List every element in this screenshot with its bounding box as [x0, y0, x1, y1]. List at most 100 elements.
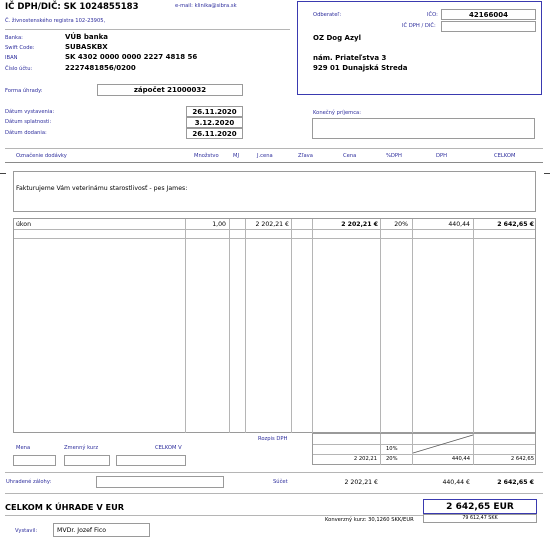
- vat-rate-20: 20%: [386, 456, 398, 462]
- sum-vat: 440,44 €: [442, 479, 470, 486]
- col-line: [473, 219, 474, 433]
- payment-form-value: zápočet 21000032: [133, 86, 207, 94]
- customer-name: OZ Dog Azyl: [313, 34, 361, 42]
- col-line: [245, 219, 246, 433]
- divider: [5, 493, 543, 494]
- conversion-box: 79 612,47 SKK: [423, 514, 537, 523]
- exchange-rate-label: Zmenný kurz: [64, 445, 99, 451]
- payment-form-label: Forma úhrady:: [5, 88, 43, 94]
- bank-name: VÚB banka: [65, 33, 108, 41]
- customer-city: 929 01 Dunajská Streda: [313, 64, 408, 72]
- recipient-field: [312, 118, 535, 139]
- issue-date: 26.11.2020: [192, 108, 237, 116]
- divider: [5, 515, 423, 516]
- deposits-label: Uhradené zálohy:: [6, 479, 52, 485]
- col-line: [380, 434, 381, 465]
- ico-value: 42166004: [469, 11, 508, 19]
- iban-label: IBAN: [5, 55, 18, 61]
- item-name: úkon: [16, 221, 31, 228]
- divider: [5, 148, 543, 149]
- row-line: [313, 454, 535, 455]
- total-in-label: CELKOM V: [155, 445, 182, 451]
- grand-total-box: 2 642,65 EUR: [423, 499, 537, 514]
- item-vat: 440,44: [448, 221, 470, 228]
- sum-base: 2 202,21 €: [344, 479, 378, 486]
- row-line: [14, 238, 535, 239]
- col-description: Označenie dodávky: [16, 153, 67, 159]
- vat-breakdown-label: Rozpis DPH: [258, 436, 288, 442]
- divider: [5, 29, 290, 30]
- conversion-value: 79 612,47 SKK: [462, 516, 498, 521]
- issued-by-label: Vystavil:: [15, 528, 38, 534]
- crop-mark-right: [544, 173, 550, 174]
- col-vat-rate: %DPH: [386, 153, 402, 159]
- items-grid: [13, 218, 536, 433]
- crop-mark-left: [0, 173, 6, 174]
- sum-total: 2 642,65 €: [497, 479, 534, 486]
- col-total: CELKOM: [494, 153, 516, 159]
- account-label: Číslo účtu:: [5, 66, 33, 72]
- grand-total-label: CELKOM K ÚHRADE V EUR: [5, 502, 125, 512]
- col-vat: DPH: [436, 153, 448, 159]
- recipient-label: Konečný príjemca:: [313, 110, 361, 116]
- item-total: 2 642,65 €: [497, 221, 534, 228]
- customer-vat-label: IČ DPH / DIČ:: [402, 23, 436, 29]
- item-vat-rate: 20%: [394, 221, 408, 228]
- delivery-date-field: 26.11.2020: [186, 128, 243, 139]
- account-number: 2227481856/0200: [65, 64, 136, 72]
- customer-vat-field: [441, 21, 536, 32]
- col-unit-price: J.cena: [257, 153, 273, 159]
- bank-label: Banka:: [5, 35, 23, 41]
- issued-by-field: MVDr. Jozef Fico: [53, 523, 150, 537]
- ico-label: IČO:: [427, 12, 438, 18]
- strike-line: [413, 434, 473, 454]
- grand-total: 2 642,65 EUR: [446, 502, 514, 512]
- due-date-field: 3.12.2020: [186, 117, 243, 128]
- iban: SK 4302 0000 0000 2227 4818 56: [65, 53, 198, 61]
- vat-20-base: 2 202,21: [353, 456, 377, 462]
- swift-code: SUBASKBX: [65, 43, 108, 51]
- col-line: [380, 219, 381, 433]
- col-line: [229, 219, 230, 433]
- issue-date-field: 26.11.2020: [186, 106, 243, 117]
- item-quantity: 1,00: [212, 221, 226, 228]
- due-date: 3.12.2020: [194, 119, 235, 127]
- header-underline: [5, 162, 543, 163]
- vat-20-total: 2 642,65: [510, 456, 534, 462]
- payment-form-field: zápočet 21000032: [97, 84, 243, 96]
- col-discount: Zľava: [298, 153, 313, 159]
- vat-20-amount: 440,44: [451, 456, 470, 462]
- col-line: [291, 219, 292, 433]
- delivery-date: 26.11.2020: [192, 130, 237, 138]
- deposits-field: [96, 476, 224, 488]
- customer-street: nám. Priateľstva 3: [313, 54, 387, 62]
- col-price: Cena: [343, 153, 357, 159]
- col-unit: MJ: [233, 153, 240, 159]
- sum-label: Súčet: [273, 479, 288, 485]
- customer-label: Odberateľ:: [313, 12, 342, 18]
- supplier-vat-id: IČ DPH/DIČ: SK 1024855183: [5, 2, 139, 12]
- due-date-label: Dátum splatnosti:: [5, 119, 52, 125]
- issue-date-label: Dátum vystavenia:: [5, 109, 55, 115]
- supplier-email: e-mail: klinika@sibra.sk: [175, 3, 237, 9]
- row-line: [14, 229, 535, 230]
- invoice-page: { "supplier": { "vat_id": "IČ DPH/DIČ: S…: [0, 0, 560, 560]
- vat-rate-10: 10%: [386, 446, 398, 452]
- ico-field: 42166004: [441, 9, 536, 20]
- supplier-registry: Č. živnostenského registra 102-23905,: [5, 18, 106, 24]
- intro-text: Fakturujeme Vám veterinámu starostlivosť…: [16, 185, 188, 192]
- currency-label: Mena: [16, 445, 31, 451]
- swift-label: Swift Code:: [5, 45, 35, 51]
- divider: [5, 472, 543, 473]
- conversion-rate: Konverzný kurz: 30,1260 SKK/EUR: [325, 517, 414, 523]
- total-in-field: [116, 455, 186, 466]
- col-quantity: Množstvo: [194, 153, 219, 159]
- item-price: 2 202,21 €: [341, 221, 378, 228]
- exchange-rate-field: [64, 455, 110, 466]
- currency-field: [13, 455, 56, 466]
- col-line: [185, 219, 186, 433]
- issued-by: MVDr. Jozef Fico: [57, 527, 107, 534]
- col-line: [312, 219, 313, 433]
- col-line: [412, 219, 413, 433]
- delivery-date-label: Dátum dodania:: [5, 130, 47, 136]
